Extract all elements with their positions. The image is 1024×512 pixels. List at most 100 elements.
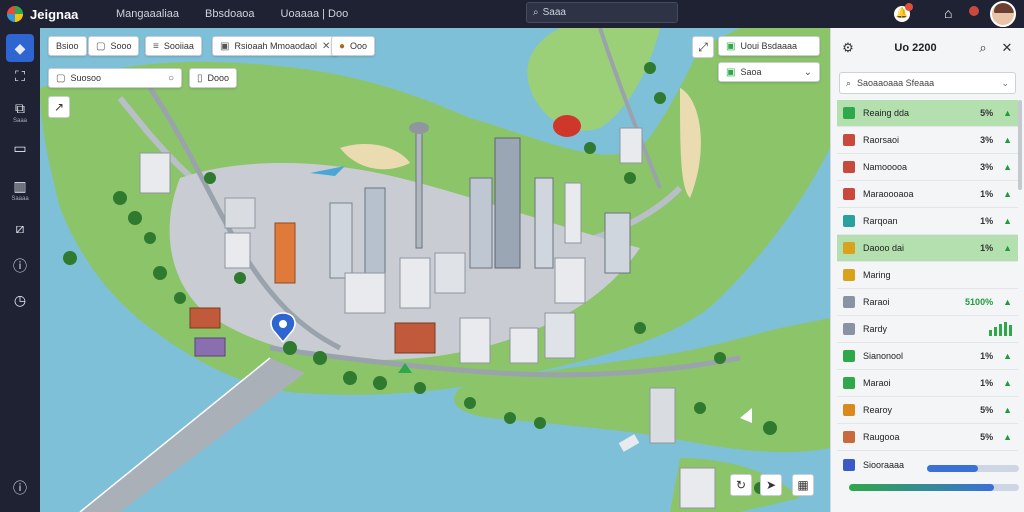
- category-icon: [843, 404, 855, 416]
- list-item[interactable]: Maraoi 1% ▲: [837, 370, 1018, 397]
- rail-document-icon[interactable]: ▥ Saaaa: [6, 176, 34, 204]
- list-item[interactable]: Namooooa 3% ▲: [837, 154, 1018, 181]
- panel-header: ⚙ Uo 2200 ⌕ ✕: [831, 28, 1024, 68]
- locate-icon[interactable]: ↗: [48, 96, 70, 118]
- list-item-value: 1%: [980, 351, 994, 361]
- nav-item-3[interactable]: Uoaaaa | Doo: [279, 6, 351, 22]
- list-item-label: Rarqoan: [863, 216, 898, 226]
- rail-map-icon[interactable]: ⛶: [6, 62, 34, 90]
- rail-diamond-icon[interactable]: ◆: [6, 34, 34, 62]
- trend-bars-icon: [989, 322, 1012, 336]
- list-item[interactable]: Rarqoan 1% ▲: [837, 208, 1018, 235]
- list-item-label: Sianonool: [863, 351, 904, 361]
- list-item[interactable]: Rardy: [837, 316, 1018, 343]
- panel-scrollbar[interactable]: [1018, 100, 1022, 190]
- panel-title: Uo 2200: [894, 42, 937, 54]
- search-icon[interactable]: ○: [168, 73, 174, 84]
- navigate-icon[interactable]: ➤: [760, 474, 782, 496]
- filter-icon: ≡: [153, 40, 159, 52]
- map-select-value: Saoa: [740, 67, 762, 77]
- list-item-value: 3%: [980, 135, 994, 145]
- rail-layers-label: Saaa: [12, 118, 27, 124]
- nav-item-1[interactable]: Mangaaaliaa: [114, 6, 181, 22]
- rail-clock-icon[interactable]: ◷: [6, 286, 34, 314]
- grid-icon[interactable]: ▦: [792, 474, 814, 496]
- rail-panel-icon[interactable]: ▭: [6, 134, 34, 162]
- map-search-input[interactable]: ▢ Suosoo ○: [48, 68, 182, 88]
- category-icon: [843, 215, 855, 227]
- map-chip-4[interactable]: ▣ Rsioaah Mmoaodaol ✕: [212, 36, 339, 56]
- app-title: Jeignaa: [30, 6, 79, 22]
- progress-fill-1: [927, 465, 978, 472]
- list-item[interactable]: Raorsaoi 3% ▲: [837, 127, 1018, 154]
- home-icon[interactable]: ⌂: [944, 5, 952, 21]
- top-nav: Mangaaaliaa Bbsdoaoa Uoaaaa | Doo: [114, 6, 350, 22]
- list-item-label: Maraoi: [863, 378, 891, 388]
- chevron-down-icon: ⌄: [803, 66, 812, 78]
- list-item[interactable]: Raugooa 5% ▲: [837, 424, 1018, 451]
- rail-layers-icon[interactable]: ⧉ Saaa: [6, 98, 34, 126]
- bookmark-icon: ▯: [197, 72, 203, 84]
- route-chip[interactable]: ▣ Uoui Bsdaaaa: [718, 36, 820, 56]
- close-icon[interactable]: ✕: [998, 39, 1016, 57]
- list-item-value: 5%: [980, 108, 994, 118]
- list-item[interactable]: Daooo dai 1% ▲: [837, 235, 1018, 262]
- route-chip-label: Uoui Bsdaaaa: [740, 41, 797, 51]
- list-item[interactable]: Reaing dda 5% ▲: [837, 100, 1018, 127]
- trend-up-icon: ▲: [1003, 216, 1012, 226]
- progress-row-2: [837, 484, 1019, 496]
- map-select[interactable]: ▣ Saoa ⌄: [718, 62, 820, 82]
- rail-info-icon[interactable]: ⓘ: [6, 252, 34, 280]
- close-icon[interactable]: ✕: [322, 41, 330, 52]
- map-chip-5-label: Ooo: [350, 41, 368, 51]
- trend-up-icon: ▲: [1003, 378, 1012, 388]
- search-icon[interactable]: ⌕: [974, 39, 992, 57]
- list-item[interactable]: Maring: [837, 262, 1018, 289]
- trend-up-icon: ▲: [1003, 108, 1012, 118]
- list-item[interactable]: Rearoy 5% ▲: [837, 397, 1018, 424]
- list-item-label: Rearoy: [863, 405, 893, 415]
- map-search-value: Suosoo: [70, 73, 101, 83]
- map-chip-2[interactable]: ▢ Sooo: [88, 36, 140, 56]
- category-icon: [843, 296, 855, 308]
- rotate-icon[interactable]: ↻: [730, 474, 752, 496]
- map-chip-5[interactable]: ● Ooo: [331, 36, 376, 56]
- expand-icon[interactable]: ⤢: [692, 36, 714, 58]
- map-chip-1[interactable]: Bsioo: [48, 36, 87, 56]
- notification-badge: [905, 3, 913, 11]
- nav-item-2[interactable]: Bbsdoaoa: [203, 6, 257, 22]
- trend-up-icon: ▲: [1003, 297, 1012, 307]
- map-chip-3-label: Sooiiaa: [163, 41, 194, 51]
- settings-icon[interactable]: ⚙: [839, 39, 857, 57]
- panel-search-input[interactable]: ⌕ Saoaaoaaa Sfeaaa ⌄: [839, 72, 1016, 94]
- global-search[interactable]: ⌕ Saaa: [526, 2, 678, 23]
- avatar[interactable]: [990, 1, 1016, 27]
- progress-fill-2: [849, 484, 994, 491]
- list-item[interactable]: Maraoooaoa 1% ▲: [837, 181, 1018, 208]
- app-logo-icon[interactable]: [0, 0, 30, 28]
- map-chip-6[interactable]: ▯ Dooo: [189, 68, 238, 88]
- status-dot: [969, 6, 979, 16]
- category-icon: [843, 188, 855, 200]
- list-item[interactable]: Sianonool 1% ▲: [837, 343, 1018, 370]
- doc-icon: ▢: [96, 40, 106, 52]
- map-canvas[interactable]: Bsioo ▢ Sooo ≡ Sooiiaa ▣ Rsioaah Mmoaodaol ✕…: [40, 28, 830, 512]
- list-item[interactable]: Raraoi 5100% ▲: [837, 289, 1018, 316]
- left-rail: ◆ ⛶ ⧉ Saaa ▭ ▥ Saaaa ⧄ ⓘ ◷ ⓘ: [0, 28, 40, 512]
- chevron-down-icon: ⌄: [1001, 77, 1009, 88]
- map-chip-1-label: Bsioo: [56, 41, 79, 51]
- list-item-value: 3%: [980, 162, 994, 172]
- panel-search-value: Saoaaoaaa Sfeaaa: [857, 78, 935, 88]
- results-panel: ⚙ Uo 2200 ⌕ ✕ ⌕ Saoaaoaaa Sfeaaa ⌄ Reain…: [830, 28, 1024, 512]
- category-icon: [843, 269, 855, 281]
- rail-note-icon[interactable]: ⧄: [6, 214, 34, 242]
- category-icon: [843, 377, 855, 389]
- results-list: Reaing dda 5% ▲ Raorsaoi 3% ▲ Namooooa 3% ▲ Marao…: [831, 100, 1024, 478]
- trend-up-icon: ▲: [1003, 135, 1012, 145]
- global-search-label: Saaa: [542, 7, 566, 18]
- map-chip-3[interactable]: ≡ Sooiiaa: [145, 36, 202, 56]
- rail-help-icon[interactable]: ⓘ: [6, 474, 34, 502]
- list-item-value: 5100%: [965, 297, 994, 307]
- layer-icon: ▣: [220, 40, 230, 52]
- list-item-value: 1%: [980, 216, 994, 226]
